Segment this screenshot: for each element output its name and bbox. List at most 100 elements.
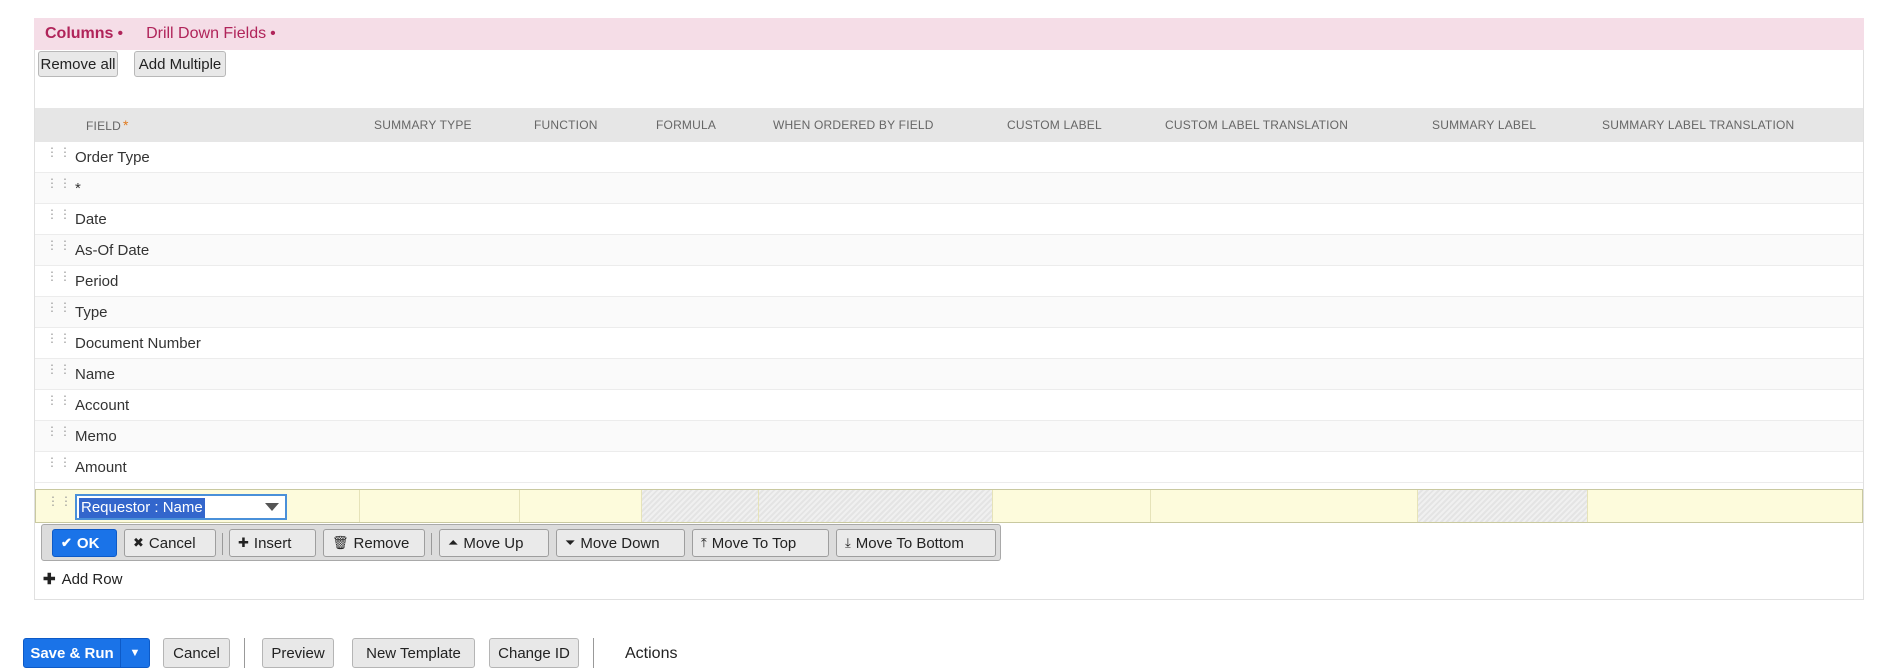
table-row[interactable]: ⋮⋮ Account [35, 390, 1863, 421]
divider [222, 533, 223, 555]
check-icon: ✔ [61, 535, 72, 550]
move-to-bottom-label: Move To Bottom [855, 534, 964, 552]
edit-cell-formula [642, 490, 759, 522]
row-field-value: Date [75, 211, 107, 228]
required-asterisk: * [123, 117, 129, 133]
save-and-run-button[interactable]: Save & Run ▼ [23, 638, 150, 668]
tab-drill-down-fields[interactable]: Drill Down Fields • [146, 25, 276, 43]
remove-button[interactable]: 🗑 Remove [323, 529, 425, 557]
preview-button[interactable]: Preview [262, 638, 334, 668]
save-run-label: Save & Run [30, 644, 114, 662]
row-field-value: Name [75, 366, 116, 383]
edit-cell-function[interactable] [520, 490, 642, 522]
trash-icon: 🗑 [332, 535, 349, 550]
add-multiple-button[interactable]: Add Multiple [134, 51, 226, 77]
drag-handle-icon[interactable]: ⋮⋮ [46, 177, 71, 195]
edit-cell-custom-label[interactable] [993, 490, 1151, 522]
edit-cell-custom-label-translation[interactable] [1151, 490, 1418, 522]
move-to-bottom-button[interactable]: ⤓ Move To Bottom [836, 529, 996, 557]
insert-button[interactable]: ✚ Insert [229, 529, 316, 557]
row-field-value: Document Number [75, 335, 201, 352]
row-action-bar: ✔ OK ✖ Cancel ✚ Insert 🗑 Remove ⏶ Move Up ⏷ Mo… [41, 524, 1001, 561]
tab-columns[interactable]: Columns • [45, 25, 123, 43]
columns-panel: Remove all Add Multiple FIELD * SUMMARY T… [34, 50, 1864, 600]
actions-menu[interactable]: Actions [625, 645, 677, 663]
table-row[interactable]: ⋮⋮ Type [35, 297, 1863, 328]
row-field-value: Period [75, 273, 119, 290]
cancel-row-label: Cancel [148, 534, 196, 552]
plus-icon: ✚ [238, 535, 249, 550]
table-row[interactable]: ⋮⋮ Date [35, 204, 1863, 235]
drag-handle-icon[interactable]: ⋮⋮ [46, 425, 71, 443]
divider [593, 638, 594, 668]
move-to-top-button[interactable]: ⤒ Move To Top [692, 529, 829, 557]
table-header: FIELD * SUMMARY TYPE FUNCTION FORMULA WHE… [35, 108, 1863, 142]
edit-cell-summary-label [1418, 490, 1588, 522]
tab-drill-down-label: Drill Down Fields [146, 25, 267, 42]
chevron-down-icon[interactable]: ▼ [120, 639, 149, 667]
column-header-summary-label[interactable]: SUMMARY LABEL [1432, 108, 1536, 142]
column-header-custom-label-translation[interactable]: CUSTOM LABEL TRANSLATION [1165, 108, 1348, 142]
tab-columns-label: Columns [45, 25, 114, 42]
edit-cell-summary-label-translation[interactable] [1588, 490, 1862, 522]
column-header-formula[interactable]: FORMULA [656, 108, 716, 142]
move-up-label: Move Up [463, 534, 524, 552]
column-header-when-ordered-by-field[interactable]: WHEN ORDERED BY FIELD [773, 108, 934, 142]
drag-handle-icon[interactable]: ⋮⋮ [46, 208, 71, 226]
table-row[interactable]: ⋮⋮ As-Of Date [35, 235, 1863, 266]
field-header-label: FIELD [86, 119, 122, 133]
arrow-to-bottom-icon: ⤓ [845, 535, 851, 550]
subtab-bar: Columns • Drill Down Fields • [34, 18, 1864, 50]
drag-handle-icon[interactable]: ⋮⋮ [46, 332, 71, 350]
row-field-value: * [75, 180, 81, 197]
column-header-function[interactable]: FUNCTION [534, 108, 598, 142]
drag-handle-icon[interactable]: ⋮⋮ [46, 146, 71, 164]
tab-columns-dot: • [117, 25, 124, 42]
table-row[interactable]: ⋮⋮ Document Number [35, 328, 1863, 359]
close-icon: ✖ [133, 535, 144, 550]
move-down-label: Move Down [580, 534, 660, 552]
remove-all-button[interactable]: Remove all [38, 51, 118, 77]
change-id-button[interactable]: Change ID [489, 638, 579, 668]
row-field-value: Type [75, 304, 108, 321]
ok-button[interactable]: ✔ OK [52, 529, 117, 557]
divider [244, 638, 245, 668]
arrow-down-icon: ⏷ [565, 535, 576, 550]
drag-handle-icon[interactable]: ⋮⋮ [46, 363, 71, 381]
row-field-value: Order Type [75, 149, 150, 166]
new-template-button[interactable]: New Template [352, 638, 475, 668]
chevron-down-icon[interactable] [265, 503, 279, 511]
table-row[interactable]: ⋮⋮ Amount [35, 452, 1863, 483]
table-row[interactable]: ⋮⋮ Period [35, 266, 1863, 297]
drag-handle-icon[interactable]: ⋮⋮ [46, 456, 71, 474]
arrow-to-top-icon: ⤒ [701, 535, 707, 550]
table-row[interactable]: ⋮⋮ Order Type [35, 142, 1863, 173]
move-to-top-label: Move To Top [711, 534, 797, 552]
tab-drill-down-dot: • [270, 25, 276, 42]
edit-cell-when-ordered-by-field [759, 490, 993, 522]
ok-label: OK [76, 534, 100, 552]
column-header-summary-type[interactable]: SUMMARY TYPE [374, 108, 472, 142]
edit-cell-summary-type[interactable] [360, 490, 520, 522]
drag-handle-icon[interactable]: ⋮⋮ [46, 270, 71, 288]
column-header-field[interactable]: FIELD * [86, 108, 129, 142]
add-row-button[interactable]: ✚ Add Row [43, 570, 122, 588]
table-row[interactable]: ⋮⋮ Name [35, 359, 1863, 390]
drag-handle-icon[interactable]: ⋮⋮ [47, 495, 72, 513]
cancel-button[interactable]: Cancel [163, 638, 230, 668]
column-header-summary-label-translation[interactable]: SUMMARY LABEL TRANSLATION [1602, 108, 1794, 142]
table-row[interactable]: ⋮⋮ * [35, 173, 1863, 204]
row-field-value: As-Of Date [75, 242, 150, 259]
drag-handle-icon[interactable]: ⋮⋮ [46, 239, 71, 257]
drag-handle-icon[interactable]: ⋮⋮ [46, 301, 71, 319]
move-up-button[interactable]: ⏶ Move Up [439, 529, 549, 557]
move-down-button[interactable]: ⏷ Move Down [556, 529, 685, 557]
field-select[interactable]: Requestor : Name [75, 494, 287, 520]
drag-handle-icon[interactable]: ⋮⋮ [46, 394, 71, 412]
cancel-row-button[interactable]: ✖ Cancel [124, 529, 216, 557]
column-header-custom-label[interactable]: CUSTOM LABEL [1007, 108, 1102, 142]
table-row[interactable]: ⋮⋮ Memo [35, 421, 1863, 452]
editing-row[interactable]: ⋮⋮ Requestor : Name [35, 489, 1863, 523]
row-field-value: Amount [75, 459, 127, 476]
remove-label: Remove [353, 534, 410, 552]
